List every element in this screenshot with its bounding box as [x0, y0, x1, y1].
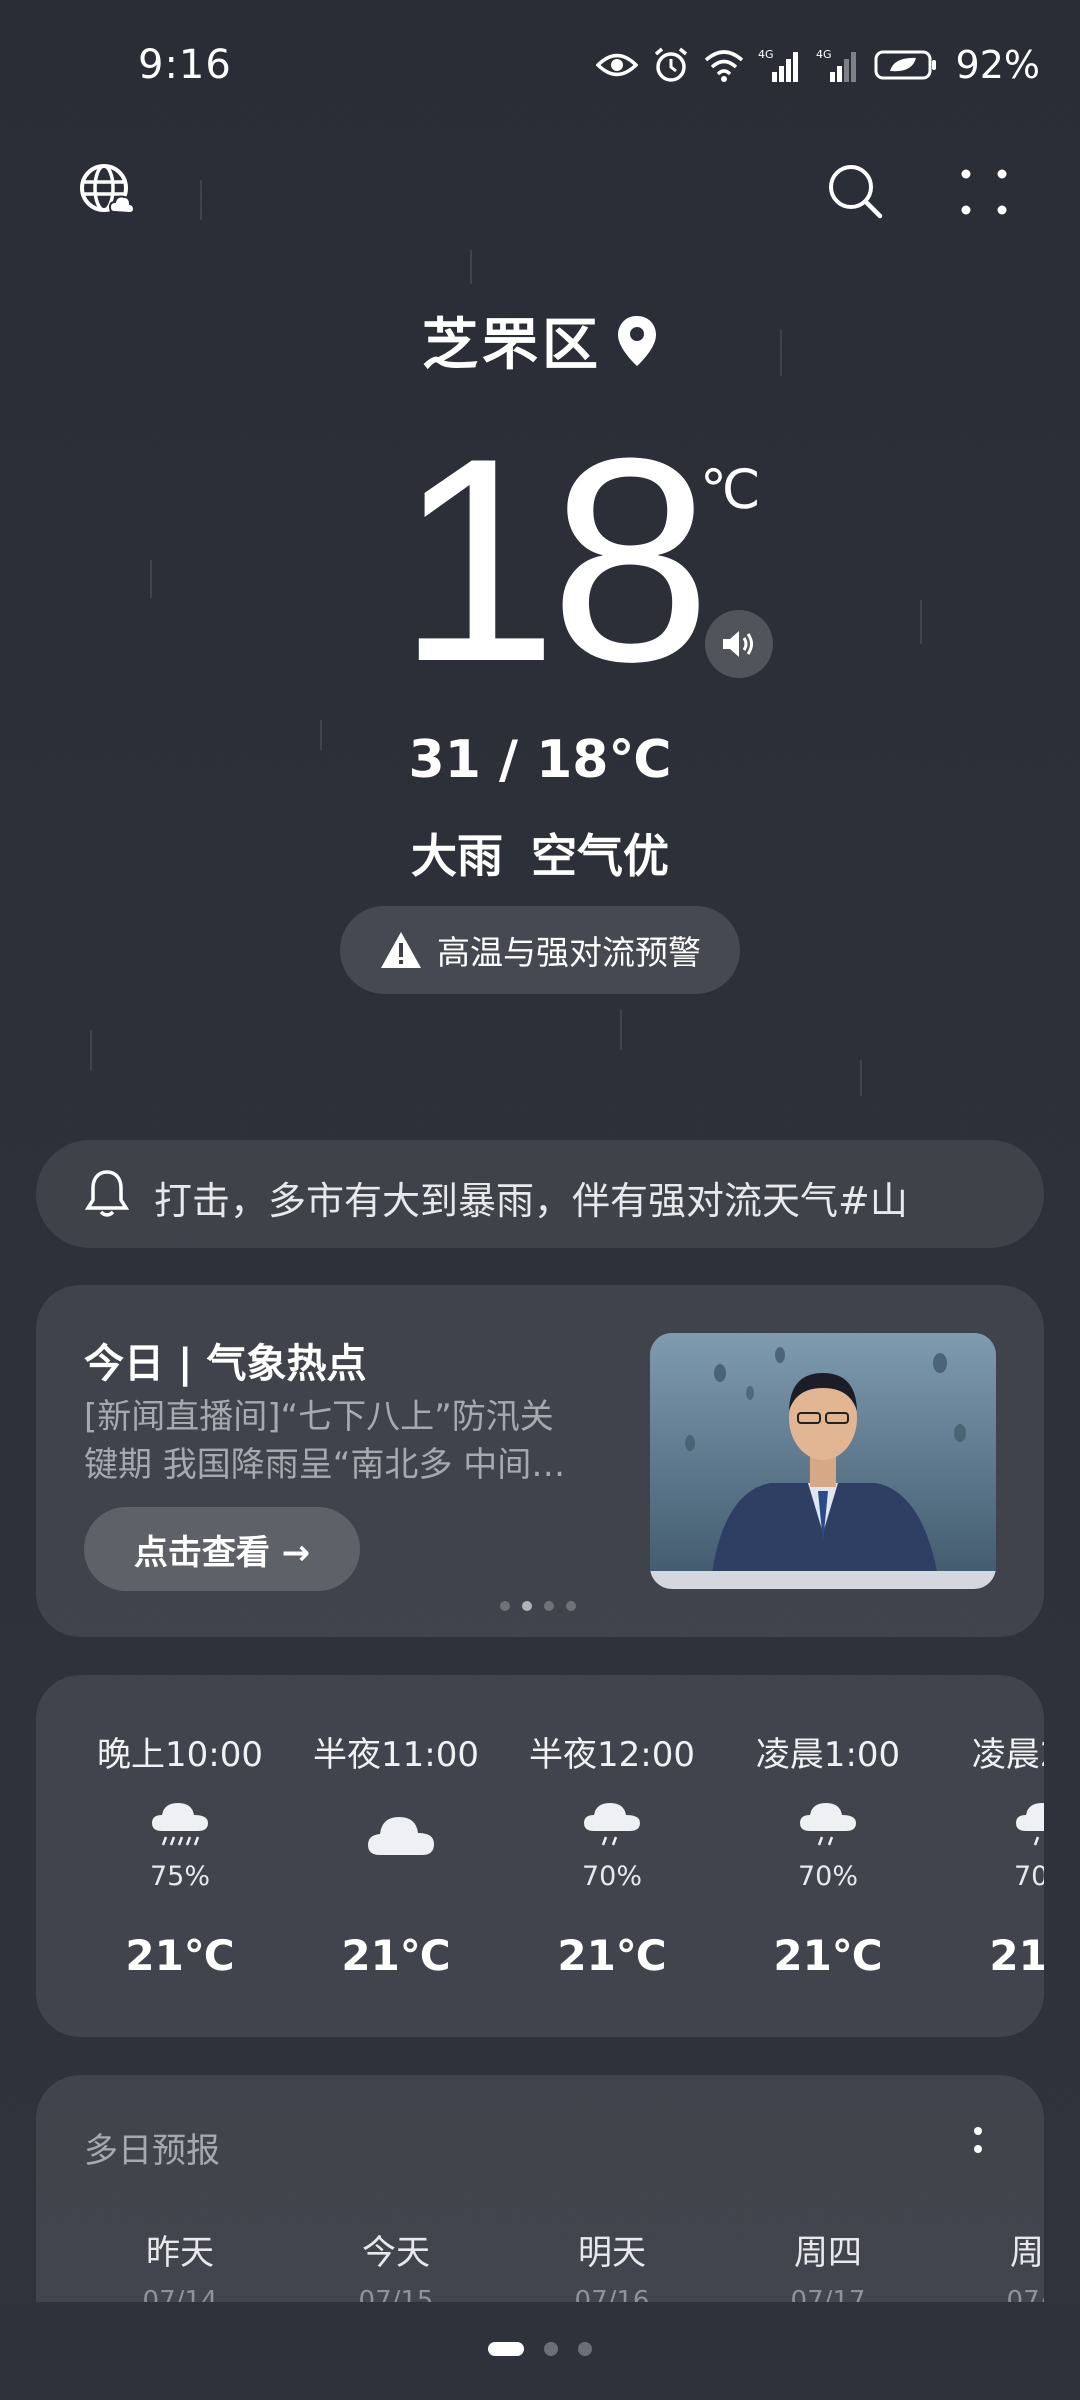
hotspot-desc-line: [新闻直播间]“七下八上”防汛关 — [84, 1397, 554, 1437]
warning-icon — [381, 932, 421, 968]
day-name: 昨天 — [146, 2233, 214, 2273]
ticker-text: 打击，多市有大到暴雨，伴有强对流天气#山 — [154, 1179, 908, 1223]
globe-weather-icon[interactable] — [78, 162, 136, 220]
hotspot-description: [新闻直播间]“七下八上”防汛关 键期 我国降雨呈“南北多 中间… — [84, 1393, 614, 1489]
location-name: 芝罘区 — [422, 313, 602, 378]
light-rain-icon — [800, 1803, 856, 1846]
temp-range: 31 / 18℃ — [408, 730, 672, 790]
hour-time: 凌晨1:00 — [755, 1735, 901, 1775]
hourly-forecast[interactable]: 晚上10:00 75% 21℃ 半夜11:00 21℃ 半夜12:00 70% … — [36, 1675, 1044, 2037]
battery-level: 92% — [955, 43, 1040, 87]
hour-item[interactable]: 半夜12:00 70% 21℃ — [504, 1675, 720, 2037]
page-dot-active — [488, 2342, 524, 2356]
page-dot — [544, 2342, 558, 2356]
page-dot — [578, 2342, 592, 2356]
current-temperature: 18 — [396, 398, 712, 722]
hour-temperature: 21℃ — [341, 1931, 451, 1980]
weather-hotspot-card[interactable]: 今日 | 气象热点 [新闻直播间]“七下八上”防汛关 键期 我国降雨呈“南北多 … — [36, 1285, 1044, 1637]
precipitation-probability: 70% — [797, 1861, 858, 1892]
carousel-indicator — [500, 1601, 576, 1611]
hour-time: 凌晨2:00 — [971, 1735, 1044, 1775]
svg-text:4G: 4G — [816, 48, 832, 61]
hotspot-title: 今日 | 气象热点 — [84, 1341, 367, 1387]
hour-item[interactable]: 半夜11:00 21℃ — [288, 1675, 504, 2037]
day-name: 周四 — [794, 2233, 862, 2273]
alarm-icon — [654, 47, 687, 82]
weather-condition: 大雨 空气优 — [0, 820, 1080, 886]
cloudy-icon — [368, 1817, 434, 1855]
speaker-icon — [723, 631, 753, 657]
news-thumbnail-illustration — [650, 1333, 996, 1589]
signal-4g-icon: 4G — [816, 48, 856, 82]
status-bar: 9:16 4G 4G 92% — [0, 0, 1080, 130]
eye-icon — [595, 53, 638, 77]
precipitation-probability: 70% — [1013, 1861, 1044, 1892]
precipitation-probability: 70% — [581, 1861, 642, 1892]
status-time: 9:16 — [138, 42, 232, 88]
voice-broadcast-button[interactable] — [705, 610, 773, 678]
search-icon[interactable] — [826, 162, 884, 220]
hour-temperature: 21℃ — [125, 1931, 235, 1980]
more-icon[interactable] — [958, 166, 1010, 218]
hotspot-desc-line: 键期 我国降雨呈“南北多 中间… — [84, 1445, 566, 1485]
light-rain-icon — [584, 1803, 640, 1846]
page-indicator[interactable] — [0, 2342, 1080, 2356]
hour-temperature: 21℃ — [989, 1931, 1044, 1980]
daily-forecast-title: 多日预报 — [84, 2131, 220, 2171]
light-rain-icon — [1016, 1803, 1044, 1846]
temp-unit: ℃ — [700, 458, 761, 521]
day-name: 明天 — [578, 2233, 646, 2273]
location-header[interactable]: 芝罘区 — [0, 300, 1080, 381]
wifi-icon — [704, 50, 743, 82]
day-name: 周五 — [1010, 2233, 1044, 2273]
weather-warning-pill[interactable]: 高温与强对流预警 — [340, 906, 740, 994]
hour-time: 半夜12:00 — [529, 1735, 695, 1775]
air-quality[interactable]: 空气优 — [531, 829, 669, 883]
condition-text: 大雨 — [411, 829, 503, 883]
view-details-button[interactable]: 点击查看 → — [84, 1507, 360, 1591]
hour-item[interactable]: 凌晨1:00 70% 21℃ — [720, 1675, 936, 2037]
news-anchor-image[interactable] — [650, 1333, 996, 1589]
heavy-rain-icon — [152, 1803, 208, 1846]
hour-item[interactable]: 凌晨2:00 70% 21℃ — [936, 1675, 1044, 2037]
bell-icon — [84, 1170, 130, 1217]
warning-text: 高温与强对流预警 — [437, 933, 701, 972]
status-icons: 4G 4G 92% — [595, 40, 1040, 90]
hour-time: 晚上10:00 — [97, 1735, 263, 1775]
precipitation-probability: 75% — [149, 1861, 210, 1892]
location-pin-icon — [618, 315, 656, 366]
hour-temperature: 21℃ — [773, 1931, 883, 1980]
day-name: 今天 — [362, 2233, 430, 2273]
hour-time: 半夜11:00 — [313, 1735, 479, 1775]
battery-icon — [874, 50, 936, 80]
hour-temperature: 21℃ — [557, 1931, 667, 1980]
hour-item[interactable]: 晚上10:00 75% 21℃ — [72, 1675, 288, 2037]
signal-4g-icon: 4G — [758, 48, 798, 82]
svg-text:4G: 4G — [758, 48, 774, 61]
more-vertical-icon[interactable] — [972, 2123, 984, 2163]
news-ticker[interactable]: 打击，多市有大到暴雨，伴有强对流天气#山 — [36, 1140, 1044, 1248]
